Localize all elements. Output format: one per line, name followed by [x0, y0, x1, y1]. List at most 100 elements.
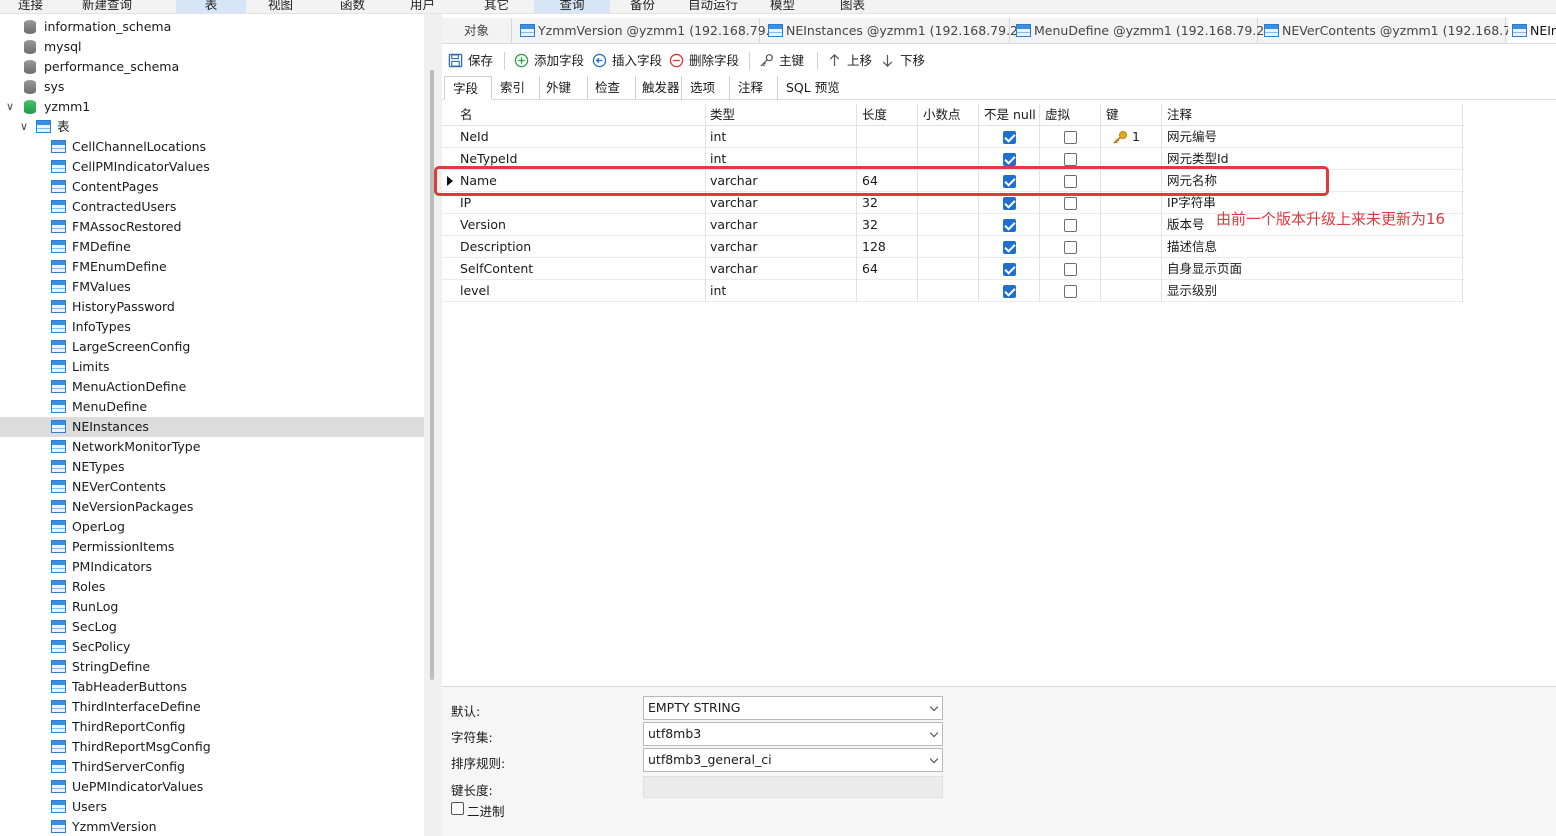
tree-table-item[interactable]: RunLog [0, 597, 424, 617]
col-comment-header[interactable]: 注释 [1167, 104, 1192, 126]
virtual-checkbox[interactable] [1064, 197, 1077, 210]
tree-database-performance-schema[interactable]: performance_schema [0, 57, 424, 77]
tree-table-item[interactable]: CellPMIndicatorValues [0, 157, 424, 177]
default-select[interactable]: EMPTY STRING [643, 696, 943, 720]
cell-comment[interactable]: 显示级别 [1167, 280, 1217, 302]
cell-length[interactable]: 64 [862, 258, 878, 280]
tab-neinstances[interactable]: NEInstances @yzmm1 (192.168.79.2... [762, 18, 1030, 43]
virtual-checkbox[interactable] [1064, 263, 1077, 276]
tree-table-item[interactable]: Roles [0, 577, 424, 597]
tree-database-information-schema[interactable]: information_schema [0, 17, 424, 37]
tree-table-item[interactable]: MenuDefine [0, 397, 424, 417]
virtual-checkbox[interactable] [1064, 219, 1077, 232]
tree-table-item[interactable]: InfoTypes [0, 317, 424, 337]
tree-table-item[interactable]: Users [0, 797, 424, 817]
tree-table-item[interactable]: ContentPages [0, 177, 424, 197]
cell-type[interactable]: int [710, 126, 726, 148]
cell-comment[interactable]: 自身显示页面 [1167, 258, 1242, 280]
tree-table-item[interactable]: ContractedUsers [0, 197, 424, 217]
menu-new-query[interactable]: 新建查询 [82, 0, 132, 13]
tab-indexes[interactable]: 索引 [494, 76, 540, 100]
cell-name[interactable]: NeId [460, 126, 489, 148]
tree-table-item[interactable]: NeVersionPackages [0, 497, 424, 517]
tree-table-item[interactable]: UePMIndicatorValues [0, 777, 424, 797]
cell-name[interactable]: level [460, 280, 490, 302]
cell-name[interactable]: SelfContent [460, 258, 533, 280]
table-row[interactable]: SelfContent varchar 64 自身显示页面 [442, 258, 1464, 280]
cell-name[interactable]: Description [460, 236, 531, 258]
menu-chart[interactable]: 图表 [840, 0, 865, 13]
virtual-checkbox[interactable] [1064, 241, 1077, 254]
col-decimals-header[interactable]: 小数点 [923, 104, 961, 126]
cell-type[interactable]: varchar [710, 258, 758, 280]
not-null-checkbox[interactable] [1003, 219, 1016, 232]
menu-model[interactable]: 模型 [770, 0, 795, 13]
col-key-header[interactable]: 键 [1106, 104, 1119, 126]
tree-table-item[interactable]: ThirdServerConfig [0, 757, 424, 777]
tree-database-mysql[interactable]: mysql [0, 37, 424, 57]
tab-menudefine[interactable]: MenuDefine @yzmm1 (192.168.79.2... [1012, 18, 1276, 43]
tab-options[interactable]: 选项 [682, 76, 730, 100]
tree-table-item[interactable]: NETypes [0, 457, 424, 477]
expand-chevron-icon[interactable]: ∨ [6, 97, 14, 117]
cell-type[interactable]: int [710, 280, 726, 302]
table-row[interactable]: Description varchar 128 描述信息 [442, 236, 1464, 258]
virtual-checkbox[interactable] [1064, 285, 1077, 298]
menu-automation[interactable]: 自动运行 [688, 0, 738, 13]
tab-neinstances-active[interactable]: NEIn [1508, 18, 1556, 43]
cell-length[interactable]: 32 [862, 214, 878, 236]
tree-table-item[interactable]: StringDefine [0, 657, 424, 677]
tree-table-item[interactable]: PMIndicators [0, 557, 424, 577]
virtual-checkbox[interactable] [1064, 153, 1077, 166]
cell-comment[interactable]: 网元编号 [1167, 126, 1217, 148]
table-row[interactable]: level int 显示级别 [442, 280, 1464, 302]
tab-objects[interactable]: 对象 [442, 18, 512, 43]
menu-query[interactable]: 查询 [534, 0, 610, 13]
key-length-field[interactable] [643, 776, 943, 798]
tree-table-item[interactable]: MenuActionDefine [0, 377, 424, 397]
expand-chevron-icon[interactable]: ∨ [20, 117, 28, 137]
tree-table-item[interactable]: SecPolicy [0, 637, 424, 657]
tab-triggers[interactable]: 触发器 [636, 76, 682, 100]
not-null-checkbox[interactable] [1003, 153, 1016, 166]
not-null-checkbox[interactable] [1003, 197, 1016, 210]
tab-foreign-keys[interactable]: 外键 [540, 76, 588, 100]
not-null-checkbox[interactable] [1003, 263, 1016, 276]
menu-user[interactable]: 用户 [410, 0, 435, 13]
menu-other[interactable]: 其它 [484, 0, 509, 13]
tree-table-item[interactable]: CellChannelLocations [0, 137, 424, 157]
col-type-header[interactable]: 类型 [710, 104, 735, 126]
tab-fields[interactable]: 字段 [444, 76, 492, 100]
tree-table-item[interactable]: YzmmVersion [0, 817, 424, 836]
tree-scrollbar-thumb[interactable] [430, 70, 434, 680]
tree-table-item[interactable]: PermissionItems [0, 537, 424, 557]
not-null-checkbox[interactable] [1003, 241, 1016, 254]
tree-table-item[interactable]: FMEnumDefine [0, 257, 424, 277]
tree-table-item[interactable]: ThirdInterfaceDefine [0, 697, 424, 717]
tab-nevercontents[interactable]: NEVerContents @yzmm1 (192.168.7... [1260, 18, 1523, 43]
table-row[interactable]: NeId int 1 网元编号 [442, 126, 1464, 148]
tree-table-item[interactable]: HistoryPassword [0, 297, 424, 317]
cell-type[interactable]: varchar [710, 236, 758, 258]
col-length-header[interactable]: 长度 [862, 104, 887, 126]
tree-database-yzmm1[interactable]: ∨ yzmm1 [0, 97, 424, 117]
cell-type[interactable]: varchar [710, 214, 758, 236]
tree-table-item[interactable]: FMValues [0, 277, 424, 297]
tab-sql-preview[interactable]: SQL 预览 [778, 76, 844, 100]
cell-comment[interactable]: 版本号 [1167, 214, 1205, 236]
menu-function[interactable]: 函数 [340, 0, 365, 13]
tree-database-sys[interactable]: sys [0, 77, 424, 97]
cell-length[interactable]: 128 [862, 236, 886, 258]
cell-name[interactable]: Version [460, 214, 506, 236]
tab-comment[interactable]: 注释 [730, 76, 778, 100]
tree-table-item[interactable]: OperLog [0, 517, 424, 537]
menu-table[interactable]: 表 [176, 0, 246, 13]
col-virtual-header[interactable]: 虚拟 [1045, 104, 1070, 126]
tree-table-item[interactable]: NEInstances [0, 417, 424, 437]
tree-table-item[interactable]: FMDefine [0, 237, 424, 257]
binary-checkbox[interactable] [451, 802, 464, 815]
tree-table-item[interactable]: ThirdReportMsgConfig [0, 737, 424, 757]
charset-select[interactable]: utf8mb3 [643, 722, 943, 746]
tab-yzmmversion[interactable]: YzmmVersion @yzmm1 (192.168.79.... [514, 18, 782, 43]
cell-comment[interactable]: 描述信息 [1167, 236, 1217, 258]
